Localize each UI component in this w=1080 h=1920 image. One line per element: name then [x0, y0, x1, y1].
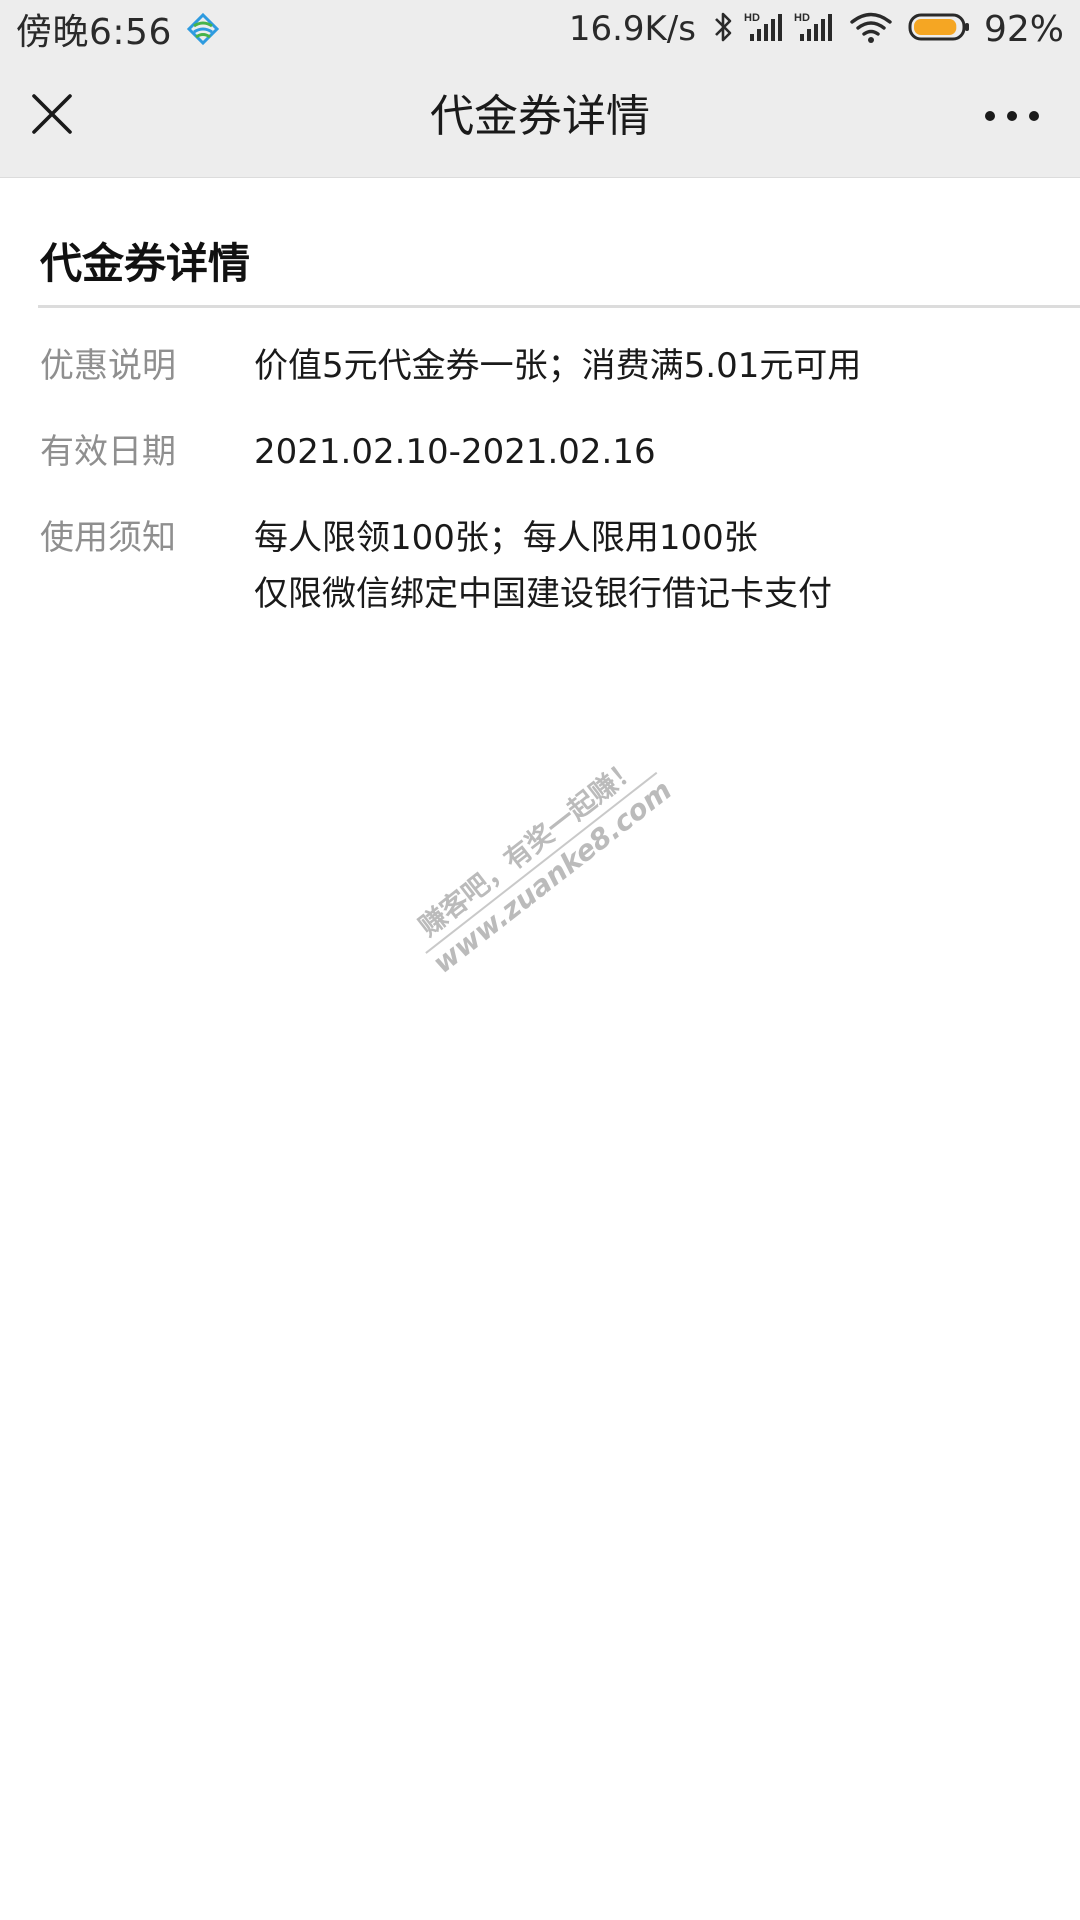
battery-icon: [908, 10, 970, 48]
hd-signal-icon: HD: [794, 10, 834, 48]
usage-line-1: 每人限领100张；每人限用100张: [254, 518, 758, 558]
bluetooth-icon: [712, 10, 734, 48]
detail-row-usage: 使用须知 每人限领100张；每人限用100张 仅限微信绑定中国建设银行借记卡支付: [40, 510, 1040, 622]
status-bar-right: 16.9K/s HD HD 92%: [569, 9, 1064, 50]
wifi-icon: [850, 10, 892, 48]
hd-signal-icon: HD: [744, 10, 784, 48]
usage-label: 使用须知: [40, 518, 176, 558]
validity-value: 2021.02.10-2021.02.16: [254, 432, 656, 472]
discount-label: 优惠说明: [40, 346, 176, 386]
page-title: 代金券详情: [430, 91, 650, 142]
status-bar: 傍晚6:56 16.9K/s HD HD 92%: [0, 0, 1080, 58]
status-bar-left: 傍晚6:56: [16, 3, 220, 55]
detail-row-validity: 有效日期 2021.02.10-2021.02.16: [40, 424, 1040, 480]
detail-row-discount: 优惠说明 价值5元代金券一张；消费满5.01元可用: [40, 338, 1040, 394]
status-time: 傍晚6:56: [16, 12, 172, 53]
network-speed: 16.9K/s: [568, 9, 696, 49]
watermark-slogan: 赚客吧，有奖一起赚！: [400, 739, 658, 954]
watermark-url: www.zuanke8.com: [426, 773, 678, 980]
nav-bar: 代金券详情: [0, 58, 1080, 178]
svg-text:HD: HD: [744, 12, 760, 24]
section-heading: 代金券详情: [40, 239, 251, 288]
discount-value: 价值5元代金券一张；消费满5.01元可用: [254, 346, 862, 386]
svg-text:HD: HD: [794, 12, 810, 24]
carrier-icon: [186, 12, 220, 46]
validity-label: 有效日期: [40, 432, 176, 472]
section-divider: [38, 305, 1080, 308]
usage-line-2: 仅限微信绑定中国建设银行借记卡支付: [254, 574, 832, 614]
watermark: 赚客吧，有奖一起赚！ www.zuanke8.com: [400, 739, 678, 980]
usage-value: 每人限领100张；每人限用100张 仅限微信绑定中国建设银行借记卡支付: [254, 510, 832, 622]
more-icon[interactable]: [984, 108, 1040, 124]
battery-percent: 92%: [983, 8, 1064, 50]
